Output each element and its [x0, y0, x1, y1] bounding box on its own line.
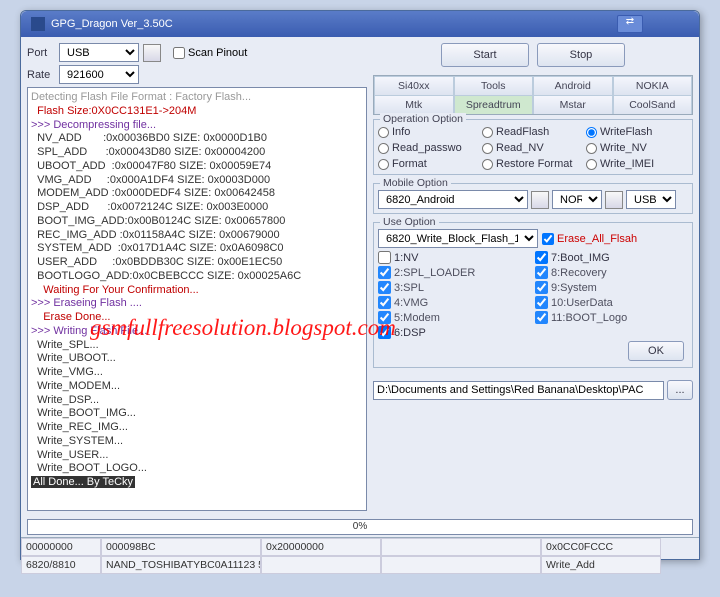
- status-cell: [381, 556, 541, 574]
- browse-button[interactable]: ...: [667, 380, 693, 400]
- chk-9:System[interactable]: 9:System: [535, 281, 688, 294]
- port-refresh-button[interactable]: [143, 44, 161, 62]
- rate-select[interactable]: 921600: [59, 65, 139, 84]
- radio-write_imei[interactable]: Write_IMEI: [586, 158, 688, 170]
- chk-1:NV[interactable]: 1:NV: [378, 251, 531, 264]
- ok-button[interactable]: OK: [628, 341, 684, 361]
- chk-3:SPL[interactable]: 3:SPL: [378, 281, 531, 294]
- titlebar-switcher-icon[interactable]: ⇄: [617, 15, 643, 33]
- mobile-model-btn[interactable]: [531, 191, 549, 209]
- tab-mstar[interactable]: Mstar: [533, 95, 613, 114]
- operation-option-group: Operation Option InfoReadFlashWriteFlash…: [373, 119, 693, 175]
- app-window: GPG_Dragon Ver_3.50C ⇄ Port USB Scan Pin…: [20, 10, 700, 560]
- port-label: Port: [27, 47, 55, 59]
- status-cell: 00000000: [21, 538, 101, 556]
- tab-nokia[interactable]: NOKIA: [613, 76, 693, 95]
- erase-all-checkbox[interactable]: Erase_All_Flsah: [542, 233, 637, 245]
- radio-write_nv[interactable]: Write_NV: [586, 142, 688, 154]
- tab-container: Si40xxToolsAndroidNOKIA MtkSpreadtrumMst…: [373, 75, 693, 115]
- status-cell: 6820/8810: [21, 556, 101, 574]
- mobile-mem-btn[interactable]: [605, 191, 623, 209]
- tab-si40xx[interactable]: Si40xx: [374, 76, 454, 95]
- chk-8:Recovery[interactable]: 8:Recovery: [535, 266, 688, 279]
- log-output: Detecting Flash File Format : Factory Fl…: [27, 87, 367, 511]
- chk-11:BOOT_Logo[interactable]: 11:BOOT_Logo: [535, 311, 688, 324]
- write-block-select[interactable]: 6820_Write_Block_Flash_1: [378, 229, 538, 248]
- radio-info[interactable]: Info: [378, 126, 480, 138]
- mobile-conn-select[interactable]: USB: [626, 190, 676, 209]
- path-input[interactable]: [373, 381, 664, 400]
- chk-6:DSP[interactable]: 6:DSP: [378, 326, 531, 339]
- radio-restore format[interactable]: Restore Format: [482, 158, 584, 170]
- rate-label: Rate: [27, 69, 55, 81]
- mobile-mem-select[interactable]: NOR: [552, 190, 602, 209]
- status-cell: Write_Add: [541, 556, 661, 574]
- progress-bar: 0%: [27, 519, 693, 535]
- tab-coolsand[interactable]: CoolSand: [613, 95, 693, 114]
- radio-writeflash[interactable]: WriteFlash: [586, 126, 688, 138]
- scan-pinout-checkbox[interactable]: Scan Pinout: [173, 47, 247, 59]
- chk-4:VMG[interactable]: 4:VMG: [378, 296, 531, 309]
- chk-10:UserData[interactable]: 10:UserData: [535, 296, 688, 309]
- status-cell: NAND_TOSHIBATYBC0A11123 512M: [101, 556, 261, 574]
- chk-7:Boot_IMG[interactable]: 7:Boot_IMG: [535, 251, 688, 264]
- status-cell: 000098BC: [101, 538, 261, 556]
- app-icon: [31, 17, 45, 31]
- radio-read_passwo[interactable]: Read_passwo: [378, 142, 480, 154]
- radio-read_nv[interactable]: Read_NV: [482, 142, 584, 154]
- status-cell: [381, 538, 541, 556]
- status-cell: 0x20000000: [261, 538, 381, 556]
- window-title: GPG_Dragon Ver_3.50C: [51, 18, 173, 30]
- status-bar: 00000000000098BC0x20000000 0x0CC0FCCC 6820…: [21, 537, 699, 574]
- use-option-group: Use Option 6820_Write_Block_Flash_1 Eras…: [373, 222, 693, 368]
- start-button[interactable]: Start: [441, 43, 529, 67]
- chk-5:Modem[interactable]: 5:Modem: [378, 311, 531, 324]
- tab-android[interactable]: Android: [533, 76, 613, 95]
- titlebar[interactable]: GPG_Dragon Ver_3.50C ⇄: [21, 11, 699, 37]
- tab-spreadtrum[interactable]: Spreadtrum: [454, 95, 534, 114]
- chk-2:SPL_LOADER[interactable]: 2:SPL_LOADER: [378, 266, 531, 279]
- radio-readflash[interactable]: ReadFlash: [482, 126, 584, 138]
- tab-tools[interactable]: Tools: [454, 76, 534, 95]
- status-cell: [261, 556, 381, 574]
- tab-mtk[interactable]: Mtk: [374, 95, 454, 114]
- mobile-model-select[interactable]: 6820_Android: [378, 190, 528, 209]
- port-select[interactable]: USB: [59, 43, 139, 62]
- status-cell: 0x0CC0FCCC: [541, 538, 661, 556]
- radio-format[interactable]: Format: [378, 158, 480, 170]
- mobile-option-group: Mobile Option 6820_Android NOR USB: [373, 183, 693, 214]
- stop-button[interactable]: Stop: [537, 43, 625, 67]
